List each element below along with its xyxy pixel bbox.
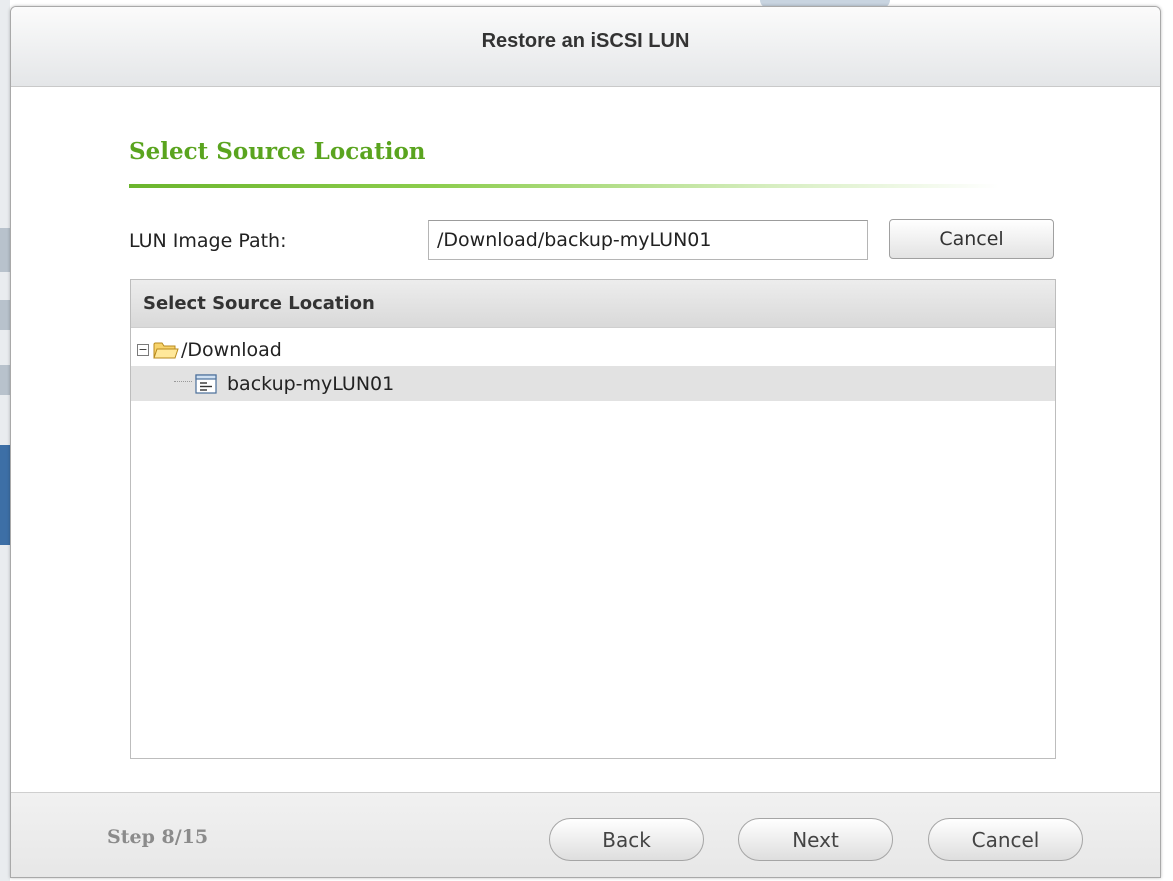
dialog-title: Restore an iSCSI LUN: [481, 30, 690, 52]
back-button[interactable]: Back: [549, 818, 704, 861]
lun-image-file-icon: [195, 373, 217, 394]
tree-node-label: /Download: [181, 338, 282, 361]
source-location-tree: Select Source Location − /Download backu…: [130, 279, 1056, 759]
restore-lun-dialog: Restore an iSCSI LUN Select Source Locat…: [10, 6, 1161, 878]
tree-connector: [174, 381, 192, 382]
step-indicator: Step 8/15: [107, 826, 209, 848]
next-button[interactable]: Next: [738, 818, 893, 861]
background-element: [0, 365, 10, 395]
tree-header: Select Source Location: [131, 280, 1055, 328]
lun-image-path-input[interactable]: [428, 220, 868, 260]
cancel-button[interactable]: Cancel: [928, 818, 1083, 861]
dialog-titlebar: Restore an iSCSI LUN: [11, 7, 1160, 87]
lun-image-path-label: LUN Image Path:: [129, 230, 287, 252]
background-element: [0, 300, 10, 330]
section-title: Select Source Location: [129, 138, 426, 165]
background-element: [0, 228, 10, 272]
background-element: [0, 445, 10, 545]
tree-node-backup-mylun01[interactable]: backup-myLUN01: [131, 366, 1055, 401]
tree-node-download[interactable]: − /Download: [131, 332, 1055, 367]
tree-node-label: backup-myLUN01: [227, 372, 395, 395]
section-divider: [129, 184, 999, 188]
dialog-footer: Step 8/15 Back Next Cancel: [11, 792, 1160, 877]
folder-icon: [153, 342, 179, 358]
collapse-toggle-icon[interactable]: −: [137, 343, 149, 356]
background-page: [0, 0, 10, 881]
path-cancel-button[interactable]: Cancel: [889, 219, 1054, 259]
background-page: [1161, 0, 1173, 881]
